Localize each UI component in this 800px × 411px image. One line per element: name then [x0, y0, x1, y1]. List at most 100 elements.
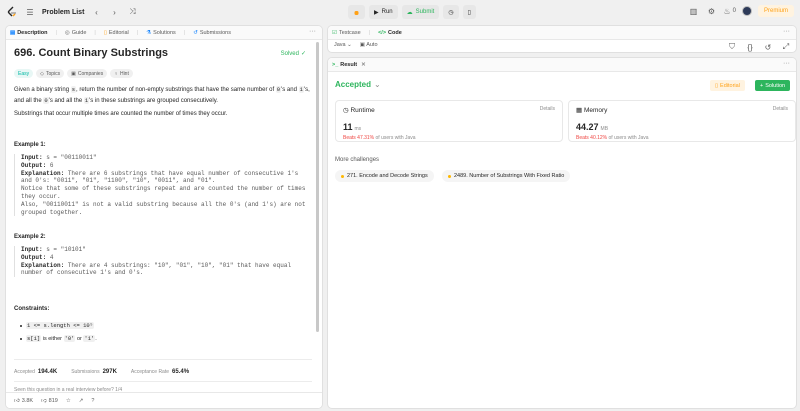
tab-result[interactable]: >_ Result ✕ — [332, 62, 366, 68]
braces-icon[interactable]: {} — [744, 41, 756, 52]
tab-description[interactable]: ▤ Description — [10, 30, 47, 36]
more-options-icon[interactable]: ··· — [309, 28, 316, 35]
close-icon[interactable]: ✕ — [361, 62, 366, 68]
chevron-down-icon[interactable]: ⌄ — [374, 80, 381, 89]
challenge-link[interactable]: 2489. Number of Substrings With Fixed Ra… — [442, 170, 571, 182]
tab-testcase-label: Testcase — [338, 29, 361, 36]
desc-text: 's and — [281, 87, 299, 93]
bug-icon — [354, 10, 359, 15]
constraint-text: . — [95, 336, 97, 342]
auto-label: Auto — [366, 42, 378, 48]
memory-value: 44.27 MB — [576, 122, 788, 132]
chip-icon: ▦ — [576, 107, 584, 114]
lock-icon: ▣ — [359, 42, 365, 48]
description-scrollbar[interactable] — [316, 40, 320, 386]
play-icon: ▶ — [374, 9, 379, 16]
runtime-details-link[interactable]: Details — [540, 106, 555, 112]
avatar[interactable] — [741, 6, 752, 16]
prev-problem-icon[interactable]: ‹ — [90, 6, 102, 18]
constraint-code: '0' — [63, 335, 76, 342]
reset-icon[interactable]: ↺ — [762, 41, 774, 52]
runtime-beats-pct: Beats 47.31% — [343, 135, 375, 141]
runtime-title: ◷ Runtime — [343, 106, 555, 114]
divider — [14, 381, 312, 382]
next-problem-icon[interactable]: › — [108, 6, 120, 18]
challenge-label: 271. Encode and Decode Strings — [347, 173, 428, 179]
code-tabs: ☑ Testcase | </> Code ··· — [328, 26, 796, 40]
constraint-text: is either — [41, 336, 64, 342]
solution-label: Solution — [765, 82, 786, 89]
tab-description-label: Description — [17, 29, 48, 36]
memory-beats: Beats 40.12% of users with Java — [576, 135, 788, 141]
guide-icon: ◎ — [64, 29, 70, 36]
more-options-icon[interactable]: ··· — [783, 28, 790, 35]
submit-button[interactable]: ☁ Submit — [401, 5, 440, 19]
input-label: Input: — [21, 154, 43, 161]
memory-title: ▦ Memory — [576, 106, 788, 114]
debug-button[interactable] — [348, 5, 365, 19]
timer-button[interactable]: ◷ — [443, 5, 459, 19]
like-button[interactable]: 👍︎ 3.8K — [14, 398, 33, 404]
settings-gear-icon[interactable]: ⚙ — [705, 5, 717, 17]
hint-tag[interactable]: ♀ Hint — [110, 69, 133, 78]
top-bar-center: ▶ Run ☁ Submit ◷ ▯ — [348, 5, 476, 19]
language-label: Java — [334, 42, 346, 48]
explanation-label: Explanation: — [21, 169, 65, 177]
checkbox-icon: ☑ — [332, 29, 337, 36]
divider — [14, 359, 312, 360]
topics-label: Topics — [45, 70, 61, 77]
rate-label: Acceptance Rate — [130, 369, 170, 375]
language-select[interactable]: Java ⌄ — [334, 42, 352, 48]
rate-value: 65.4% — [172, 369, 190, 375]
check-circle-icon: ✓ — [300, 51, 306, 57]
star-icon: ☆ — [65, 397, 71, 404]
submissions-label: Submissions — [71, 369, 100, 375]
leetcode-logo-icon[interactable] — [6, 6, 18, 18]
streak-count: 0 — [732, 8, 736, 14]
problem-list-title[interactable]: Problem List — [42, 9, 84, 16]
favorite-button[interactable]: ☆ — [66, 398, 71, 404]
tab-editorial[interactable]: ▯ Editorial — [104, 30, 129, 36]
tab-testcase[interactable]: ☑ Testcase — [332, 30, 361, 36]
fullscreen-icon[interactable]: ⤢ — [780, 41, 792, 52]
share-button[interactable]: ↗ — [79, 398, 84, 404]
more-options-icon[interactable]: ··· — [783, 60, 790, 67]
companies-tag[interactable]: ▣ Companies — [67, 69, 108, 78]
tab-code[interactable]: </> Code — [378, 30, 402, 36]
input-label: Input: — [21, 246, 43, 253]
dislike-button[interactable]: 👎︎ 819 — [41, 398, 58, 404]
editorial-button[interactable]: ▯ Editorial — [710, 80, 745, 91]
auto-toggle[interactable]: ▣ Auto — [360, 42, 378, 48]
runtime-card[interactable]: ◷ Runtime Details 11 ms Beats 47.31% of u… — [335, 100, 563, 142]
fire-streak-icon[interactable]: ♨ 0 — [723, 5, 736, 17]
scrollbar-thumb[interactable] — [316, 42, 319, 332]
difficulty-badge: Easy — [14, 69, 34, 78]
feedback-button[interactable]: ? — [91, 398, 94, 404]
tab-solutions[interactable]: ⚗ Solutions — [146, 30, 176, 36]
premium-button[interactable]: Premium — [757, 5, 794, 17]
note-icon: ▯ — [467, 9, 471, 16]
problem-stats: Accepted 194.4K Submissions 297K Acceptanc… — [14, 369, 189, 375]
result-tabs: >_ Result ✕ ··· — [328, 58, 796, 72]
tab-guide[interactable]: ◎ Guide — [65, 30, 87, 36]
terminal-icon: >_ — [332, 61, 339, 68]
solution-button[interactable]: + Solution — [755, 80, 791, 91]
timer-icon: ◷ — [448, 9, 454, 16]
layout-icon[interactable]: ▥ — [687, 5, 699, 17]
bookmark-icon[interactable]: ⛉ — [726, 41, 738, 52]
problem-title[interactable]: 696. Count Binary Substrings — [14, 47, 168, 59]
example-2-block: Input: s = "10101" Output: 4 Explanation… — [14, 246, 312, 278]
memory-details-link[interactable]: Details — [773, 106, 788, 112]
problem-list-icon[interactable]: ☰ — [24, 6, 36, 18]
memory-beats-text: of users with Java — [607, 135, 649, 141]
notes-button[interactable]: ▯ — [462, 5, 476, 19]
tab-submissions[interactable]: ↺ Submissions — [193, 30, 231, 36]
document-icon: ▤ — [10, 29, 16, 36]
memory-card[interactable]: ▦ Memory Details 44.27 MB Beats 40.12% of… — [568, 100, 796, 142]
topics-tag[interactable]: ◇ Topics — [36, 69, 65, 78]
description-panel: ▤ Description | ◎ Guide | ▯ Editorial | ⚗ So… — [5, 25, 323, 409]
shuffle-icon[interactable]: ⤨ — [126, 6, 138, 18]
runtime-value: 11 ms — [343, 122, 555, 132]
challenge-link[interactable]: 271. Encode and Decode Strings — [335, 170, 434, 182]
run-button[interactable]: ▶ Run — [369, 5, 398, 19]
